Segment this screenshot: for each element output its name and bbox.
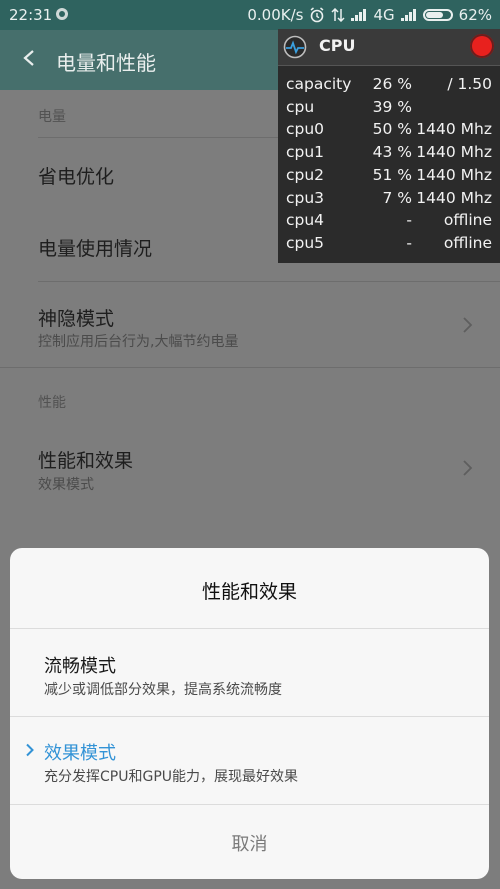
stat-label: cpu: [286, 97, 315, 116]
setting-power-saving[interactable]: 省电优化: [38, 162, 114, 189]
hidden-mode-subtitle: 控制应用后台行为,大幅节约电量: [38, 334, 239, 350]
stat-detail: / 1.50: [447, 75, 492, 93]
performance-mode-dialog: 性能和效果 流畅模式 减少或调低部分效果，提高系统流畅度 效果模式 充分发挥CP…: [10, 548, 489, 879]
cpu-monitor-header[interactable]: CPU: [278, 29, 500, 66]
cpu-stat-row: cpu1 43 % 1440 Mhz: [286, 143, 492, 165]
divider: [0, 367, 500, 368]
cpu-stat-row: cpu4 - offline: [286, 211, 492, 233]
cpu-stat-row: cpu2 51 % 1440 Mhz: [286, 166, 492, 188]
alarm-icon: [311, 7, 324, 23]
battery-icon: [422, 9, 453, 21]
back-arrow-icon[interactable]: [18, 43, 42, 73]
stat-label: cpu5: [286, 233, 325, 252]
option-title: 效果模式: [44, 743, 116, 764]
record-button[interactable]: [470, 34, 494, 58]
divider: [10, 716, 489, 717]
battery-percent: 62%: [458, 6, 492, 24]
stat-value: 50 %: [372, 120, 412, 139]
signal-icon-sim2: [400, 9, 417, 21]
hidden-mode-title: 神隐模式: [38, 308, 115, 330]
clock: 22:31: [9, 6, 53, 24]
cpu-stat-row: cpu0 50 % 1440 Mhz: [286, 120, 492, 142]
stat-detail: offline: [443, 233, 492, 252]
performance-subtitle: 效果模式: [38, 477, 94, 493]
stat-detail: 1440 Mhz: [416, 165, 492, 184]
section-label-performance: 性能: [38, 395, 66, 411]
cpu-monitor-title: CPU: [319, 36, 356, 55]
status-icons: 0.00K/s 4G 62%: [247, 6, 492, 24]
dialog-title: 性能和效果: [201, 581, 297, 603]
status-bar: 22:31 0.00K/s 4G 62%: [0, 0, 500, 30]
cpu-monitor-overlay[interactable]: CPU capacity 26 %/ 1.50 cpu 39 % cpu0 50 % 144…: [278, 29, 500, 263]
stat-detail: 1440 Mhz: [416, 188, 492, 207]
stat-label: cpu4: [286, 211, 325, 230]
network-speed: 0.00K/s: [247, 6, 304, 24]
cpu-stat-row: cpu3 7 % 1440 Mhz: [286, 189, 492, 211]
stat-label: cpu1: [286, 143, 325, 162]
cpu-stat-row: cpu 39 %: [286, 98, 492, 120]
stat-value: -: [406, 211, 412, 230]
divider: [10, 804, 489, 805]
page-title: 电量和性能: [56, 51, 156, 75]
stat-value: 43 %: [372, 143, 412, 162]
stat-value: -: [406, 233, 412, 252]
stat-label: cpu2: [286, 165, 325, 184]
option-title: 流畅模式: [44, 656, 116, 677]
cpu-stat-row: capacity 26 % / 1.50: [286, 75, 492, 97]
setting-battery-usage[interactable]: 电量使用情况: [38, 234, 152, 261]
option-subtitle: 充分发挥CPU和GPU能力，展现最好效果: [44, 769, 299, 785]
stat-value: 26 %: [372, 75, 412, 93]
cpu-stat-row: cpu5 - offline: [286, 234, 492, 256]
network-type: 4G: [373, 6, 395, 24]
stat-detail: 1440 Mhz: [416, 143, 492, 162]
stat-label: cpu3: [286, 188, 325, 207]
divider: [10, 628, 489, 629]
chevron-right-icon: [463, 317, 473, 333]
signal-icon-sim1: [351, 9, 367, 21]
cancel-button[interactable]: 取消: [10, 830, 489, 856]
pulse-icon: [283, 35, 307, 59]
notification-icon: [56, 8, 68, 20]
stat-value: 51 %: [372, 165, 412, 184]
data-transfer-icon: [331, 8, 346, 22]
stat-detail: 1440 Mhz: [416, 120, 492, 139]
stat-value: 7 %: [382, 188, 412, 207]
chevron-right-icon: [463, 460, 473, 476]
section-label-power: 电量: [38, 109, 66, 125]
option-subtitle: 减少或调低部分效果，提高系统流畅度: [44, 682, 282, 698]
stat-label: cpu0: [286, 120, 325, 139]
stat-detail: offline: [443, 211, 492, 230]
stat-value: 39 %: [372, 97, 412, 116]
selected-chevron-icon: [26, 743, 34, 757]
stat-label: capacity: [286, 75, 352, 93]
divider: [38, 281, 500, 282]
performance-title: 性能和效果: [38, 450, 134, 472]
